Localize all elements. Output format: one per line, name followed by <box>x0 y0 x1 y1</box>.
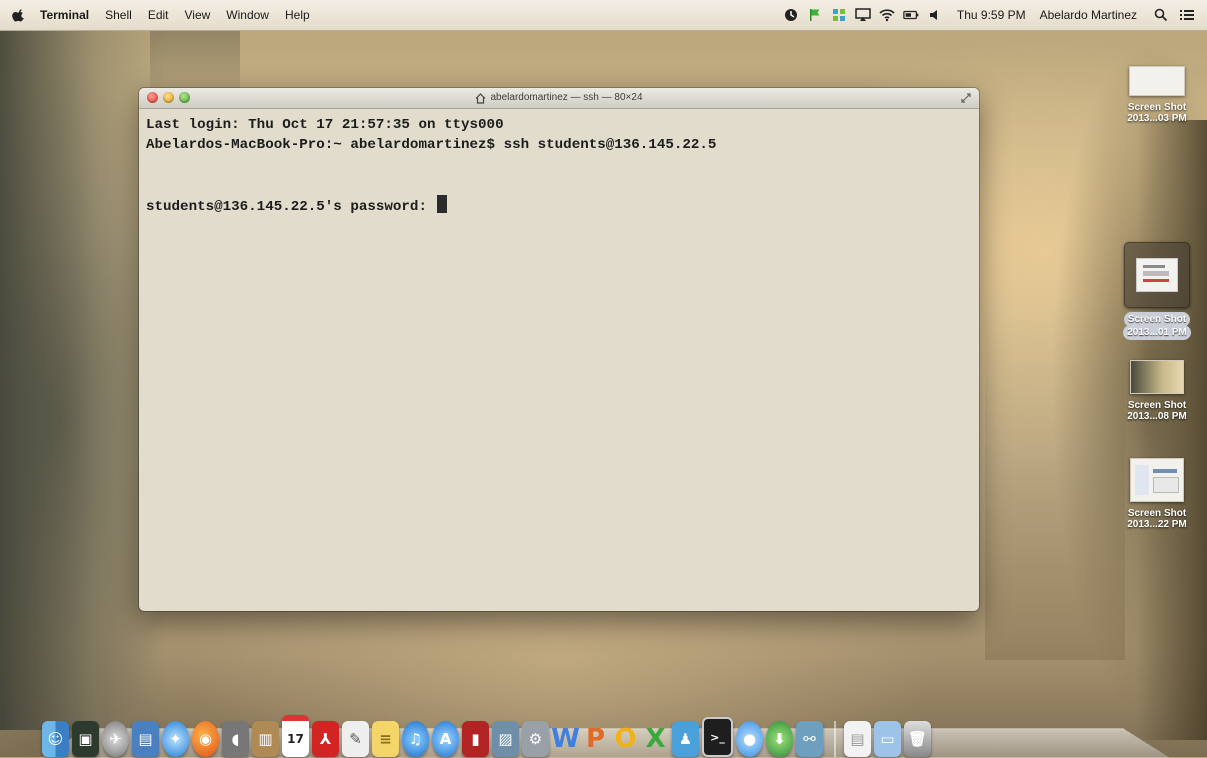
menu-help[interactable]: Help <box>285 8 310 22</box>
file-name-line1: Screen Shot <box>1127 102 1187 113</box>
terminal-title: abelardomartinez — ssh — 80×24 <box>490 92 643 103</box>
volume-icon[interactable] <box>927 7 943 23</box>
screenshot-thumbnail-icon <box>1129 66 1185 96</box>
calendar-icon[interactable]: 17 <box>282 715 309 757</box>
desktop-file-screenshot-1[interactable]: Screen Shot 2013...03 PM <box>1112 66 1202 124</box>
terminal-titlebar[interactable]: abelardomartinez — ssh — 80×24 <box>139 88 979 109</box>
menu-edit[interactable]: Edit <box>148 8 169 22</box>
puzzle-icon[interactable] <box>831 7 847 23</box>
desktop-file-screenshot-4[interactable]: Screen Shot 2013...22 PM <box>1112 458 1202 530</box>
menu-view[interactable]: View <box>185 8 211 22</box>
firefox-icon[interactable]: ◉ <box>192 721 219 757</box>
terminal-line: Last login: Thu Oct 17 21:57:35 on ttys0… <box>146 117 504 133</box>
iphoto-icon[interactable]: ▨ <box>492 721 519 757</box>
file-name-line2: 2013...03 PM <box>1127 113 1187 124</box>
screenshot-thumbnail-icon <box>1130 360 1184 394</box>
minimize-button[interactable] <box>163 92 174 103</box>
acrobat-icon[interactable]: ⅄ <box>312 721 339 757</box>
terminal-icon[interactable]: >_ <box>702 717 733 757</box>
terminal-line: Abelardos-MacBook-Pro:~ abelardomartinez… <box>146 137 717 153</box>
notes-icon[interactable]: ≡ <box>372 721 399 757</box>
contacts-icon[interactable]: ▥ <box>252 721 279 757</box>
file-name-line1: Screen Shot <box>1127 508 1187 519</box>
outlook-icon[interactable]: O <box>612 721 639 757</box>
wifi-icon[interactable] <box>879 7 895 23</box>
desktop-file-screenshot-2[interactable]: Screen Shot 2013...01 PM <box>1112 242 1202 340</box>
messenger-icon[interactable]: ♟ <box>672 721 699 757</box>
screenshot-thumbnail-icon <box>1130 458 1184 502</box>
dock-separator <box>834 721 836 757</box>
file-name-line2: 2013...22 PM <box>1127 519 1187 530</box>
menu-clock[interactable]: Thu 9:59 PM <box>957 8 1026 22</box>
list-icon[interactable] <box>1179 7 1195 23</box>
file-name-line1: Screen Shot <box>1127 400 1187 411</box>
downloads-folder-icon[interactable]: ▭ <box>874 721 901 757</box>
close-button[interactable] <box>147 92 158 103</box>
menu-shell[interactable]: Shell <box>105 8 132 22</box>
screenshot-thumbnail-icon <box>1124 242 1190 308</box>
terminal-content[interactable]: Last login: Thu Oct 17 21:57:35 on ttys0… <box>139 109 979 221</box>
menu-bar: Terminal Shell Edit View Window Help Thu… <box>0 0 1207 31</box>
time-machine-icon[interactable] <box>783 7 799 23</box>
excel-icon[interactable]: X <box>642 721 669 757</box>
dock: ☺ ▣ ✈ ▤ ✦ ◉ ◖ ▥ 17 ⅄ ✎ ≡ ♫ A ▮ ▨ ⚙ W P O… <box>42 713 1172 757</box>
zoom-button[interactable] <box>179 92 190 103</box>
battery-icon[interactable] <box>903 7 919 23</box>
safari-icon[interactable]: ✦ <box>162 721 189 757</box>
app-store-icon[interactable]: A <box>432 721 459 757</box>
apple-icon[interactable] <box>12 8 26 22</box>
network-icon[interactable]: ⚯ <box>796 721 823 757</box>
itunes-icon[interactable]: ♫ <box>402 721 429 757</box>
home-icon <box>476 92 486 104</box>
text-cursor <box>437 195 448 213</box>
desktop-file-screenshot-3[interactable]: Screen Shot 2013...08 PM <box>1112 360 1202 422</box>
search-icon[interactable] <box>1153 7 1169 23</box>
finder-icon[interactable]: ☺ <box>42 721 69 757</box>
photo-booth-icon[interactable]: ▮ <box>462 721 489 757</box>
flag-icon[interactable] <box>807 7 823 23</box>
word-icon[interactable]: W <box>551 721 580 757</box>
menu-app-name[interactable]: Terminal <box>40 8 89 22</box>
terminal-prompt-line[interactable]: students@136.145.22.5's password: <box>146 195 972 215</box>
terminal-window[interactable]: abelardomartinez — ssh — 80×24 Last logi… <box>139 88 979 611</box>
file-name-line2: 2013...08 PM <box>1127 411 1187 422</box>
menu-window[interactable]: Window <box>226 8 269 22</box>
system-preferences-icon[interactable]: ⚙ <box>522 721 549 757</box>
dashboard-icon[interactable]: ▣ <box>72 721 99 757</box>
messages-icon[interactable]: ● <box>736 721 763 757</box>
powerpoint-icon[interactable]: P <box>582 721 609 757</box>
file-name-line2: 2013...01 PM <box>1123 325 1191 340</box>
preview-icon[interactable]: ▤ <box>132 721 159 757</box>
trash-icon[interactable]: 🗑 <box>904 721 931 757</box>
launchpad-icon[interactable]: ✈ <box>102 721 129 757</box>
fullscreen-icon[interactable] <box>961 93 971 103</box>
menu-user[interactable]: Abelardo Martinez <box>1040 8 1137 22</box>
airplay-icon[interactable] <box>855 7 871 23</box>
password-prompt: students@136.145.22.5's password: <box>146 199 436 215</box>
documents-icon[interactable]: ▤ <box>844 721 871 757</box>
textedit-icon[interactable]: ✎ <box>342 721 369 757</box>
facetime-icon[interactable]: ◖ <box>222 721 249 757</box>
download-icon[interactable]: ⬇ <box>766 721 793 757</box>
